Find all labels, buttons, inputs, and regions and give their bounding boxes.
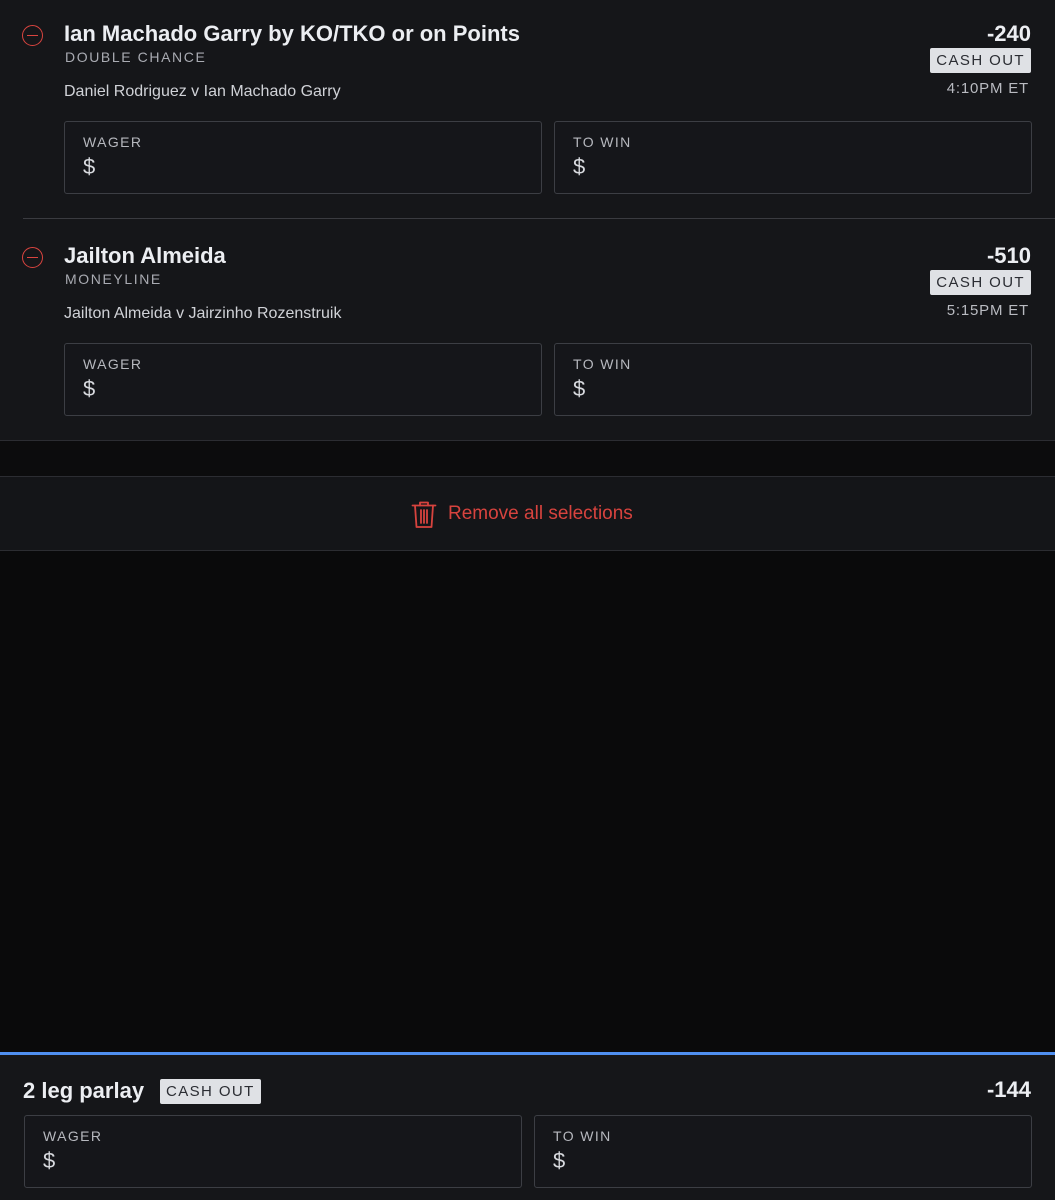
- to-win-label: TO WIN: [573, 356, 632, 372]
- wager-label: WAGER: [83, 356, 143, 372]
- parlay-title: 2 leg parlay: [23, 1078, 145, 1103]
- market-type: MONEYLINE: [65, 271, 162, 287]
- to-win-value: $: [573, 154, 586, 179]
- selection-odds: -510: [986, 243, 1031, 268]
- to-win-input[interactable]: TO WIN $: [554, 343, 1032, 416]
- section-divider: [0, 550, 1055, 551]
- cash-out-badge: CASH OUT: [930, 48, 1031, 73]
- wager-input[interactable]: WAGER $: [64, 343, 542, 416]
- trash-icon: [411, 501, 437, 528]
- cash-out-badge: CASH OUT: [930, 270, 1031, 295]
- remove-selection-icon[interactable]: [22, 247, 43, 268]
- wager-label: WAGER: [83, 134, 143, 150]
- wager-input[interactable]: WAGER $: [64, 121, 542, 194]
- parlay-to-win-input[interactable]: TO WIN $: [534, 1115, 1032, 1188]
- cash-out-badge: CASH OUT: [160, 1079, 261, 1104]
- to-win-value: $: [573, 376, 586, 401]
- selection-odds: -240: [986, 21, 1031, 46]
- parlay-wager-input[interactable]: WAGER $: [24, 1115, 522, 1188]
- event-name: Jailton Almeida v Jairzinho Rozenstruik: [64, 305, 342, 322]
- event-time: 4:10PM ET: [946, 80, 1029, 97]
- remove-selection-icon[interactable]: [22, 25, 43, 46]
- selection-card: Ian Machado Garry by KO/TKO or on Points…: [0, 0, 1055, 222]
- to-win-label: TO WIN: [553, 1128, 612, 1144]
- spacer: [0, 441, 1055, 476]
- selection-title: Ian Machado Garry by KO/TKO or on Points: [64, 21, 520, 46]
- to-win-label: TO WIN: [573, 134, 632, 150]
- to-win-input[interactable]: TO WIN $: [554, 121, 1032, 194]
- wager-value: $: [83, 154, 96, 179]
- event-name: Daniel Rodriguez v Ian Machado Garry: [64, 83, 341, 100]
- wager-label: WAGER: [43, 1128, 103, 1144]
- remove-all-button[interactable]: Remove all selections: [0, 477, 1055, 550]
- selection-title: Jailton Almeida: [64, 243, 226, 268]
- market-type: DOUBLE CHANCE: [65, 49, 207, 65]
- event-time: 5:15PM ET: [946, 302, 1029, 319]
- bet-slip: Ian Machado Garry by KO/TKO or on Points…: [0, 0, 1055, 1200]
- wager-value: $: [43, 1148, 56, 1173]
- to-win-value: $: [553, 1148, 566, 1173]
- remove-all-label: Remove all selections: [448, 503, 633, 524]
- parlay-odds: -144: [986, 1077, 1031, 1102]
- parlay-section: 2 leg parlay CASH OUT -144 WAGER $ TO WI…: [0, 1052, 1055, 1200]
- selection-card: Jailton Almeida MONEYLINE Jailton Almeid…: [0, 219, 1055, 440]
- wager-value: $: [83, 376, 96, 401]
